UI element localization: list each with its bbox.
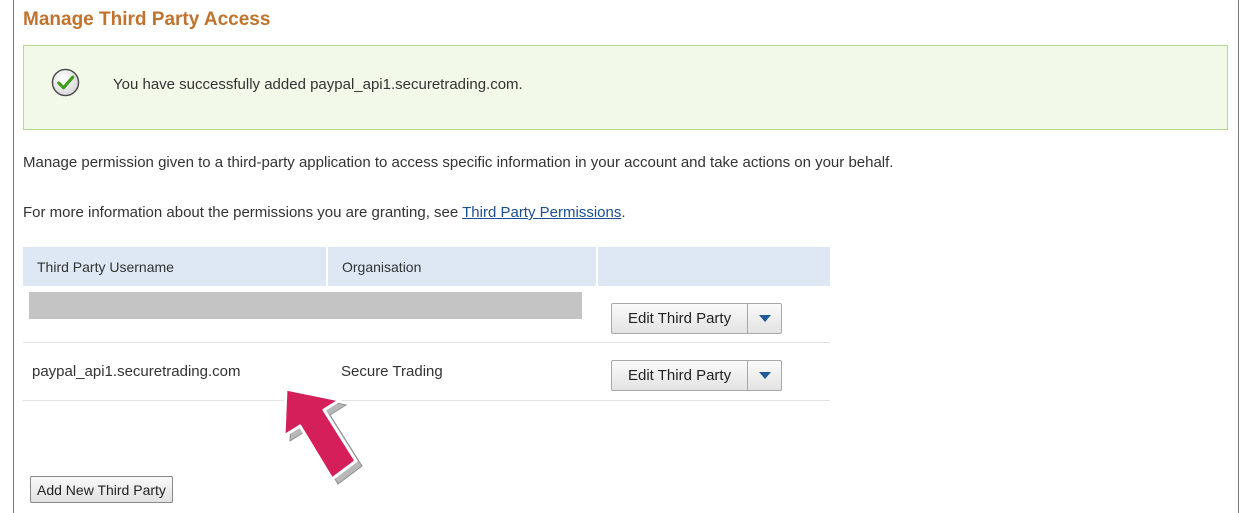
chevron-down-icon (758, 371, 771, 379)
success-message: You have successfully added paypal_api1.… (113, 76, 523, 93)
table-row: Edit Third Party (23, 286, 830, 343)
redacted-cell (23, 286, 597, 343)
edit-third-party-split-button: Edit Third Party (611, 303, 783, 335)
action-cell: Edit Third Party (597, 342, 830, 401)
chevron-down-icon (758, 315, 771, 323)
column-header-organisation: Organisation (327, 247, 598, 286)
edit-menu-dropdown[interactable] (748, 361, 781, 390)
column-header-username: Third Party Username (23, 247, 328, 286)
table-header-row: Third Party Username Organisation (23, 247, 830, 286)
permissions-info-suffix: . (621, 204, 626, 221)
edit-third-party-button[interactable]: Edit Third Party (612, 360, 749, 390)
redacted-bar (29, 292, 582, 320)
edit-third-party-button[interactable]: Edit Third Party (612, 304, 749, 334)
permissions-info: For more information about the permissio… (23, 204, 626, 221)
table-row: paypal_api1.securetrading.com Secure Tra… (23, 342, 830, 401)
column-header-actions (597, 247, 830, 286)
check-circle-icon (51, 68, 80, 97)
add-new-third-party-button[interactable]: Add New Third Party (30, 476, 173, 503)
third-party-permissions-link[interactable]: Third Party Permissions (462, 204, 621, 221)
success-message-box: You have successfully added paypal_api1.… (23, 45, 1228, 130)
annotation-arrow-icon (282, 387, 363, 485)
permissions-info-prefix: For more information about the permissio… (23, 204, 463, 221)
edit-third-party-split-button: Edit Third Party (611, 359, 783, 391)
edit-menu-dropdown[interactable] (748, 304, 781, 333)
page-title: Manage Third Party Access (23, 9, 271, 30)
description-text: Manage permission given to a third-party… (23, 154, 894, 171)
action-cell: Edit Third Party (597, 286, 830, 343)
third-party-table: Third Party Username Organisation Edit T… (23, 247, 830, 401)
